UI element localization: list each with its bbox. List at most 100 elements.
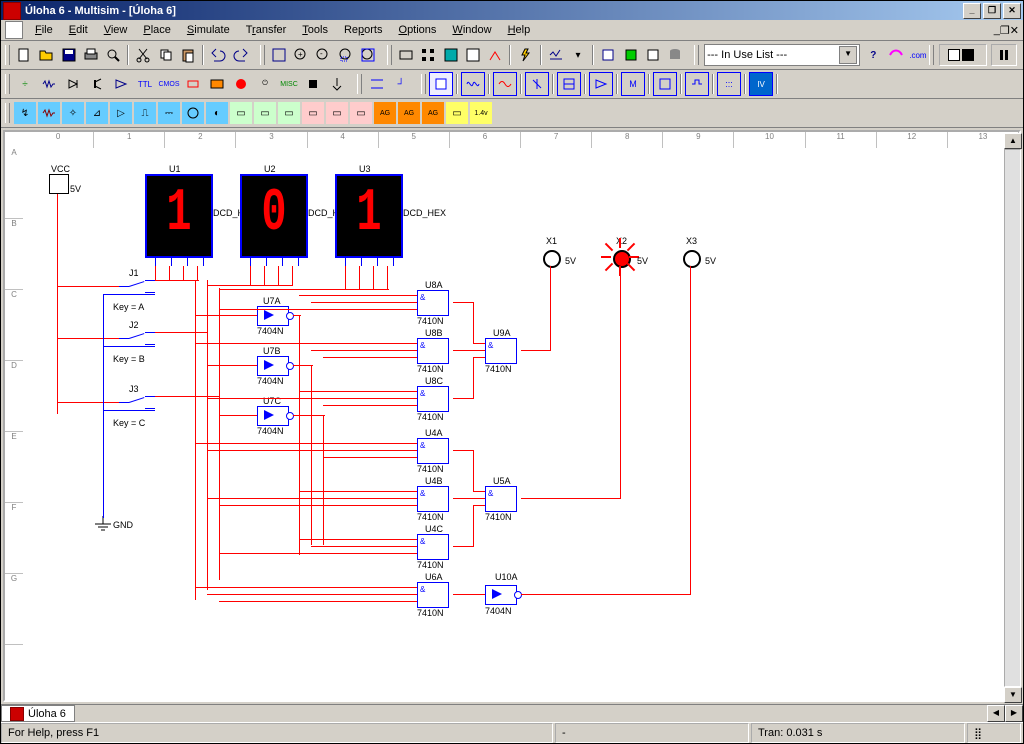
- sim-switch[interactable]: [939, 44, 987, 66]
- place-mixed-button[interactable]: [205, 72, 229, 96]
- instrument-iv-button[interactable]: IV: [749, 72, 773, 96]
- display-u2[interactable]: 0: [240, 174, 308, 258]
- open-button[interactable]: [35, 43, 57, 67]
- instrument-wm-button[interactable]: [493, 72, 517, 96]
- save-button[interactable]: [57, 43, 79, 67]
- v-c[interactable]: ✧: [61, 101, 85, 125]
- grip[interactable]: [260, 45, 265, 65]
- fullscreen-button[interactable]: [268, 43, 290, 67]
- menu-options[interactable]: Options: [391, 22, 445, 38]
- switch-j3[interactable]: [119, 396, 155, 410]
- copy-button[interactable]: [155, 43, 177, 67]
- place-diode-button[interactable]: [61, 72, 85, 96]
- hscroll-left-button[interactable]: ◀: [987, 705, 1005, 722]
- v-g[interactable]: ⎓: [157, 101, 181, 125]
- menu-transfer[interactable]: Transfer: [238, 22, 295, 38]
- mdi-restore-button[interactable]: ❐: [1000, 24, 1010, 37]
- v-s[interactable]: ▭: [445, 101, 469, 125]
- close-button[interactable]: ✕: [1003, 3, 1021, 19]
- new-button[interactable]: [13, 43, 35, 67]
- tb-e[interactable]: [484, 43, 506, 67]
- undo-button[interactable]: [207, 43, 229, 67]
- v-h[interactable]: [181, 101, 205, 125]
- scroll-down-button[interactable]: ▼: [1004, 687, 1022, 703]
- tb-a[interactable]: [395, 43, 417, 67]
- v-r[interactable]: AG: [421, 101, 445, 125]
- bom-button[interactable]: [642, 43, 664, 67]
- grip[interactable]: [357, 74, 362, 94]
- tb-d[interactable]: [462, 43, 484, 67]
- db-button[interactable]: [664, 43, 686, 67]
- instrument-freq-button[interactable]: M: [621, 72, 645, 96]
- postproc-button[interactable]: [597, 43, 619, 67]
- gate-u10a[interactable]: [485, 585, 517, 605]
- place-junction-button[interactable]: ┘: [389, 72, 413, 96]
- preview-button[interactable]: [102, 43, 124, 67]
- vertical-scrollbar[interactable]: ▲ ▼: [1004, 133, 1021, 703]
- place-bus-button[interactable]: [365, 72, 389, 96]
- switch-j2[interactable]: [119, 332, 155, 346]
- minimize-button[interactable]: _: [963, 3, 981, 19]
- chevron-down-icon[interactable]: ▼: [839, 46, 857, 64]
- v-f[interactable]: ⎍: [133, 101, 157, 125]
- v-d[interactable]: ⊿: [85, 101, 109, 125]
- analysis-button[interactable]: ▾: [567, 43, 589, 67]
- menu-help[interactable]: Help: [500, 22, 539, 38]
- gate-u8b[interactable]: &: [417, 338, 449, 364]
- place-ttl-button[interactable]: TTL: [133, 72, 157, 96]
- edaparts-button[interactable]: [884, 43, 906, 67]
- menu-edit[interactable]: Edit: [61, 22, 96, 38]
- menu-view[interactable]: View: [96, 22, 136, 38]
- menu-file[interactable]: File: [27, 22, 61, 38]
- instrument-bode-button[interactable]: [589, 72, 613, 96]
- gate-u4b[interactable]: &: [417, 486, 449, 512]
- help-button[interactable]: ?: [862, 43, 884, 67]
- v-n[interactable]: ▭: [325, 101, 349, 125]
- graph-button[interactable]: [545, 43, 567, 67]
- v-q[interactable]: AG: [397, 101, 421, 125]
- mdi-close-button[interactable]: ✕: [1010, 24, 1019, 37]
- zoom-area-button[interactable]: [334, 43, 356, 67]
- probe-x1[interactable]: [543, 250, 561, 268]
- display-u1[interactable]: 1: [145, 174, 213, 258]
- instrument-fg-button[interactable]: [461, 72, 485, 96]
- grip[interactable]: [5, 103, 10, 123]
- hscroll-right-button[interactable]: ▶: [1005, 705, 1023, 722]
- gate-u4a[interactable]: &: [417, 438, 449, 464]
- menu-window[interactable]: Window: [444, 22, 499, 38]
- place-indicator-button[interactable]: [229, 72, 253, 96]
- menu-simulate[interactable]: Simulate: [179, 22, 238, 38]
- v-p[interactable]: AG: [373, 101, 397, 125]
- scroll-track[interactable]: [1004, 149, 1021, 687]
- instrument-mm-button[interactable]: [429, 72, 453, 96]
- inuse-combo[interactable]: --- In Use List --- ▼: [704, 44, 860, 66]
- place-rf-button[interactable]: [301, 72, 325, 96]
- print-button[interactable]: [80, 43, 102, 67]
- elec-rules-button[interactable]: [619, 43, 641, 67]
- place-misc-button[interactable]: [181, 72, 205, 96]
- doc-tab[interactable]: Úloha 6: [1, 705, 75, 722]
- instrument-la-button[interactable]: [685, 72, 709, 96]
- grip[interactable]: [694, 45, 699, 65]
- zoom-out-button[interactable]: -: [312, 43, 334, 67]
- v-t[interactable]: 1.4v: [469, 101, 493, 125]
- instrument-wg-button[interactable]: [653, 72, 677, 96]
- redo-button[interactable]: [229, 43, 251, 67]
- v-o[interactable]: ▭: [349, 101, 373, 125]
- cut-button[interactable]: [132, 43, 154, 67]
- v-e[interactable]: ▷: [109, 101, 133, 125]
- place-cmos-button[interactable]: CMOS: [157, 72, 181, 96]
- grip[interactable]: [5, 74, 10, 94]
- tb-b[interactable]: [417, 43, 439, 67]
- instrument-scope-button[interactable]: [525, 72, 549, 96]
- place-basic-button[interactable]: [37, 72, 61, 96]
- v-a[interactable]: ↯: [13, 101, 37, 125]
- grip[interactable]: [387, 45, 392, 65]
- gate-u9a[interactable]: &: [485, 338, 517, 364]
- gate-u7c[interactable]: [257, 406, 289, 426]
- run-button[interactable]: [514, 43, 536, 67]
- v-b[interactable]: [37, 101, 61, 125]
- v-j[interactable]: ▭: [229, 101, 253, 125]
- place-transistor-button[interactable]: [85, 72, 109, 96]
- probe-x3[interactable]: [683, 250, 701, 268]
